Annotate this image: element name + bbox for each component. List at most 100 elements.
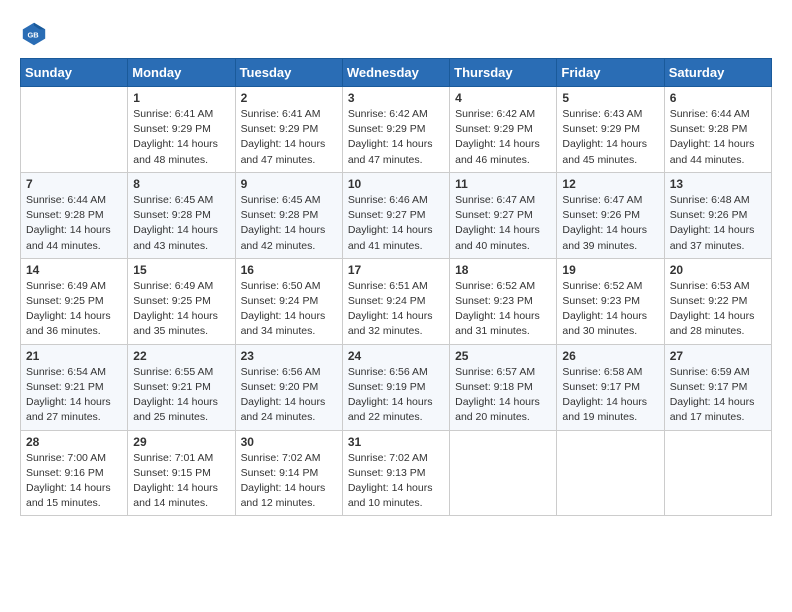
calendar-cell: 6 Sunrise: 6:44 AM Sunset: 9:28 PM Daylig…: [664, 87, 771, 173]
calendar-cell: 29 Sunrise: 7:01 AM Sunset: 9:15 PM Dayli…: [128, 430, 235, 516]
calendar-cell: [664, 430, 771, 516]
calendar-cell: 13Sunrise: 6:48 AM Sunset: 9:26 PM Dayli…: [664, 172, 771, 258]
day-info: Sunrise: 6:56 AM Sunset: 9:20 PM Dayligh…: [241, 365, 337, 426]
day-info: Sunrise: 6:45 AM Sunset: 9:28 PM Dayligh…: [241, 193, 337, 254]
calendar-header: SundayMondayTuesdayWednesdayThursdayFrid…: [21, 59, 772, 87]
calendar-week-5: 28Sunrise: 7:00 AM Sunset: 9:16 PM Dayli…: [21, 430, 772, 516]
day-info: Sunrise: 6:50 AM Sunset: 9:24 PM Dayligh…: [241, 279, 337, 340]
day-number: 22: [133, 349, 229, 363]
calendar-cell: 7Sunrise: 6:44 AM Sunset: 9:28 PM Daylig…: [21, 172, 128, 258]
header-cell-wednesday: Wednesday: [342, 59, 449, 87]
page-header: GB: [20, 20, 772, 48]
calendar-cell: 23Sunrise: 6:56 AM Sunset: 9:20 PM Dayli…: [235, 344, 342, 430]
day-number: 26: [562, 349, 658, 363]
day-info: Sunrise: 6:41 AM Sunset: 9:29 PM Dayligh…: [133, 107, 229, 168]
day-number: 16: [241, 263, 337, 277]
calendar-cell: [21, 87, 128, 173]
day-number: 21: [26, 349, 122, 363]
day-number: 12: [562, 177, 658, 191]
calendar-week-3: 14 Sunrise: 6:49 AM Sunset: 9:25 PM Dayli…: [21, 258, 772, 344]
calendar-cell: 2 Sunrise: 6:41 AM Sunset: 9:29 PM Daylig…: [235, 87, 342, 173]
logo-icon: GB: [20, 20, 48, 48]
day-info: Sunrise: 6:46 AM Sunset: 9:27 PM Dayligh…: [348, 193, 444, 254]
day-info: Sunrise: 7:00 AM Sunset: 9:16 PM Dayligh…: [26, 451, 122, 512]
day-number: 13: [670, 177, 766, 191]
calendar-cell: 3 Sunrise: 6:42 AM Sunset: 9:29 PM Daylig…: [342, 87, 449, 173]
calendar-table: SundayMondayTuesdayWednesdayThursdayFrid…: [20, 58, 772, 516]
header-cell-friday: Friday: [557, 59, 664, 87]
day-number: 24: [348, 349, 444, 363]
day-number: 11: [455, 177, 551, 191]
calendar-cell: 30Sunrise: 7:02 AM Sunset: 9:14 PM Dayli…: [235, 430, 342, 516]
day-number: 10: [348, 177, 444, 191]
calendar-body: 1 Sunrise: 6:41 AM Sunset: 9:29 PM Daylig…: [21, 87, 772, 516]
calendar-cell: 27 Sunrise: 6:59 AM Sunset: 9:17 PM Dayli…: [664, 344, 771, 430]
day-number: 1: [133, 91, 229, 105]
calendar-cell: 22 Sunrise: 6:55 AM Sunset: 9:21 PM Dayli…: [128, 344, 235, 430]
header-cell-saturday: Saturday: [664, 59, 771, 87]
day-number: 4: [455, 91, 551, 105]
calendar-cell: 18 Sunrise: 6:52 AM Sunset: 9:23 PM Dayli…: [450, 258, 557, 344]
day-info: Sunrise: 6:47 AM Sunset: 9:26 PM Dayligh…: [562, 193, 658, 254]
day-info: Sunrise: 6:57 AM Sunset: 9:18 PM Dayligh…: [455, 365, 551, 426]
day-info: Sunrise: 6:42 AM Sunset: 9:29 PM Dayligh…: [348, 107, 444, 168]
day-info: Sunrise: 6:58 AM Sunset: 9:17 PM Dayligh…: [562, 365, 658, 426]
calendar-cell: 14 Sunrise: 6:49 AM Sunset: 9:25 PM Dayli…: [21, 258, 128, 344]
calendar-week-1: 1 Sunrise: 6:41 AM Sunset: 9:29 PM Daylig…: [21, 87, 772, 173]
calendar-week-2: 7Sunrise: 6:44 AM Sunset: 9:28 PM Daylig…: [21, 172, 772, 258]
day-info: Sunrise: 6:52 AM Sunset: 9:23 PM Dayligh…: [455, 279, 551, 340]
day-info: Sunrise: 6:53 AM Sunset: 9:22 PM Dayligh…: [670, 279, 766, 340]
calendar-cell: [450, 430, 557, 516]
calendar-week-4: 21Sunrise: 6:54 AM Sunset: 9:21 PM Dayli…: [21, 344, 772, 430]
calendar-cell: 8Sunrise: 6:45 AM Sunset: 9:28 PM Daylig…: [128, 172, 235, 258]
day-info: Sunrise: 6:51 AM Sunset: 9:24 PM Dayligh…: [348, 279, 444, 340]
day-number: 2: [241, 91, 337, 105]
calendar-cell: 4Sunrise: 6:42 AM Sunset: 9:29 PM Daylig…: [450, 87, 557, 173]
calendar-cell: 5 Sunrise: 6:43 AM Sunset: 9:29 PM Daylig…: [557, 87, 664, 173]
calendar-cell: 26 Sunrise: 6:58 AM Sunset: 9:17 PM Dayli…: [557, 344, 664, 430]
day-number: 19: [562, 263, 658, 277]
day-number: 18: [455, 263, 551, 277]
calendar-cell: 10 Sunrise: 6:46 AM Sunset: 9:27 PM Dayli…: [342, 172, 449, 258]
day-number: 27: [670, 349, 766, 363]
calendar-cell: [557, 430, 664, 516]
day-number: 9: [241, 177, 337, 191]
day-info: Sunrise: 6:49 AM Sunset: 9:25 PM Dayligh…: [133, 279, 229, 340]
calendar-cell: 25Sunrise: 6:57 AM Sunset: 9:18 PM Dayli…: [450, 344, 557, 430]
calendar-cell: 11 Sunrise: 6:47 AM Sunset: 9:27 PM Dayli…: [450, 172, 557, 258]
logo: GB: [20, 20, 52, 48]
calendar-cell: 1 Sunrise: 6:41 AM Sunset: 9:29 PM Daylig…: [128, 87, 235, 173]
day-number: 6: [670, 91, 766, 105]
svg-text:GB: GB: [27, 31, 39, 40]
day-number: 3: [348, 91, 444, 105]
day-info: Sunrise: 7:02 AM Sunset: 9:13 PM Dayligh…: [348, 451, 444, 512]
header-row: SundayMondayTuesdayWednesdayThursdayFrid…: [21, 59, 772, 87]
calendar-cell: 16 Sunrise: 6:50 AM Sunset: 9:24 PM Dayli…: [235, 258, 342, 344]
day-number: 29: [133, 435, 229, 449]
day-number: 5: [562, 91, 658, 105]
day-info: Sunrise: 7:01 AM Sunset: 9:15 PM Dayligh…: [133, 451, 229, 512]
day-info: Sunrise: 6:59 AM Sunset: 9:17 PM Dayligh…: [670, 365, 766, 426]
calendar-cell: 24Sunrise: 6:56 AM Sunset: 9:19 PM Dayli…: [342, 344, 449, 430]
day-number: 30: [241, 435, 337, 449]
header-cell-thursday: Thursday: [450, 59, 557, 87]
calendar-cell: 31Sunrise: 7:02 AM Sunset: 9:13 PM Dayli…: [342, 430, 449, 516]
calendar-cell: 21Sunrise: 6:54 AM Sunset: 9:21 PM Dayli…: [21, 344, 128, 430]
day-info: Sunrise: 6:43 AM Sunset: 9:29 PM Dayligh…: [562, 107, 658, 168]
day-info: Sunrise: 6:55 AM Sunset: 9:21 PM Dayligh…: [133, 365, 229, 426]
day-info: Sunrise: 6:44 AM Sunset: 9:28 PM Dayligh…: [26, 193, 122, 254]
day-info: Sunrise: 6:49 AM Sunset: 9:25 PM Dayligh…: [26, 279, 122, 340]
day-info: Sunrise: 6:41 AM Sunset: 9:29 PM Dayligh…: [241, 107, 337, 168]
day-info: Sunrise: 6:47 AM Sunset: 9:27 PM Dayligh…: [455, 193, 551, 254]
day-number: 17: [348, 263, 444, 277]
header-cell-tuesday: Tuesday: [235, 59, 342, 87]
day-number: 15: [133, 263, 229, 277]
day-number: 20: [670, 263, 766, 277]
calendar-cell: 20 Sunrise: 6:53 AM Sunset: 9:22 PM Dayli…: [664, 258, 771, 344]
day-number: 8: [133, 177, 229, 191]
calendar-cell: 28Sunrise: 7:00 AM Sunset: 9:16 PM Dayli…: [21, 430, 128, 516]
day-number: 14: [26, 263, 122, 277]
header-cell-monday: Monday: [128, 59, 235, 87]
day-info: Sunrise: 6:52 AM Sunset: 9:23 PM Dayligh…: [562, 279, 658, 340]
day-info: Sunrise: 6:44 AM Sunset: 9:28 PM Dayligh…: [670, 107, 766, 168]
